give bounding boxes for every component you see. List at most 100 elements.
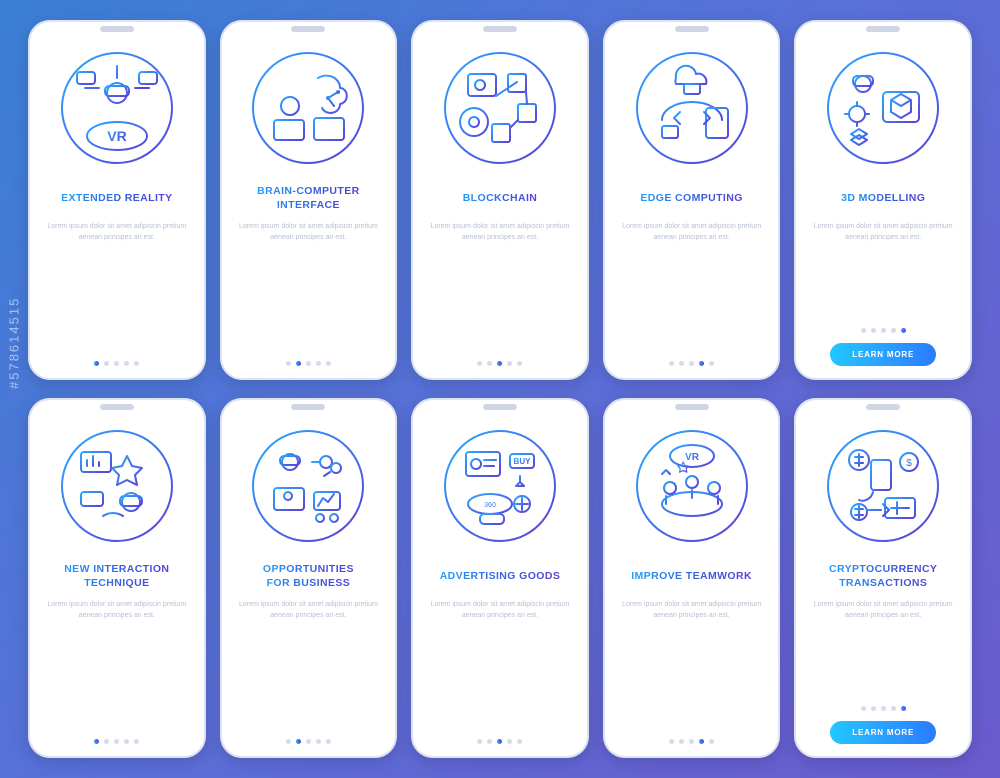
page-dot[interactable] — [497, 739, 502, 744]
phone-notch — [483, 26, 517, 32]
card-title: CRYPTOCURRENCY TRANSACTIONS — [825, 562, 941, 590]
page-dot[interactable] — [134, 361, 139, 366]
page-dot[interactable] — [487, 361, 492, 366]
page-dots — [286, 361, 331, 366]
learn-more-button[interactable]: LEARN MORE — [830, 721, 936, 744]
phone-notch — [483, 404, 517, 410]
page-dot[interactable] — [326, 361, 331, 366]
team-icon: VR — [632, 426, 752, 546]
card-body: Lorem ipsum dolor sit amet adipiscin pre… — [804, 222, 962, 320]
card-body: Lorem ipsum dolor sit amet adipiscin pre… — [613, 222, 771, 353]
page-dot[interactable] — [104, 739, 109, 744]
phone-notch — [866, 26, 900, 32]
onboarding-card: BLOCKCHAIN Lorem ipsum dolor sit amet adi… — [411, 20, 589, 380]
page-dot[interactable] — [689, 739, 694, 744]
page-dot[interactable] — [517, 739, 522, 744]
page-dot[interactable] — [104, 361, 109, 366]
card-body: Lorem ipsum dolor sit amet adipiscin pre… — [421, 222, 579, 353]
onboarding-card: BUY 360 ADVERTISING GOODSLorem ipsum dol… — [411, 398, 589, 758]
phone-grid: VR EXTENDED REALITYLorem ipsum dolor sit… — [28, 20, 972, 758]
page-dot[interactable] — [306, 739, 311, 744]
page-dots — [669, 361, 714, 366]
page-dot[interactable] — [316, 739, 321, 744]
page-dot[interactable] — [679, 361, 684, 366]
svg-text:VR: VR — [107, 128, 126, 144]
page-dot[interactable] — [901, 328, 906, 333]
page-dot[interactable] — [507, 361, 512, 366]
page-dot[interactable] — [326, 739, 331, 744]
card-title: 3D MODELLING — [837, 184, 929, 212]
card-body: Lorem ipsum dolor sit amet adipiscin pre… — [38, 600, 196, 731]
page-dot[interactable] — [689, 361, 694, 366]
business-icon — [248, 426, 368, 546]
page-dots — [94, 739, 139, 744]
page-dot[interactable] — [497, 361, 502, 366]
card-title: BLOCKCHAIN — [459, 184, 542, 212]
page-dot[interactable] — [881, 328, 886, 333]
page-dot[interactable] — [679, 739, 684, 744]
card-body: Lorem ipsum dolor sit amet adipiscin pre… — [421, 600, 579, 731]
page-dot[interactable] — [296, 739, 301, 744]
learn-more-button[interactable]: LEARN MORE — [830, 343, 936, 366]
page-dot[interactable] — [114, 361, 119, 366]
page-dot[interactable] — [891, 706, 896, 711]
page-dots — [477, 361, 522, 366]
page-dot[interactable] — [699, 361, 704, 366]
edge-icon — [632, 48, 752, 168]
page-dot[interactable] — [477, 739, 482, 744]
page-dot[interactable] — [306, 361, 311, 366]
page-dots — [477, 739, 522, 744]
onboarding-card: 3D MODELLING Lorem ipsum dolor sit amet a… — [794, 20, 972, 380]
page-dot[interactable] — [487, 739, 492, 744]
page-dot[interactable] — [477, 361, 482, 366]
interact-icon — [57, 426, 177, 546]
page-dot[interactable] — [296, 361, 301, 366]
card-title: OPPORTUNITIES FOR BUSINESS — [259, 562, 358, 590]
page-dot[interactable] — [669, 361, 674, 366]
page-dot[interactable] — [709, 361, 714, 366]
page-dot[interactable] — [891, 328, 896, 333]
page-dot[interactable] — [709, 739, 714, 744]
page-dot[interactable] — [881, 706, 886, 711]
page-dots — [669, 739, 714, 744]
svg-text:VR: VR — [685, 452, 700, 463]
page-dot[interactable] — [871, 328, 876, 333]
page-dots — [286, 739, 331, 744]
card-body: Lorem ipsum dolor sit amet adipiscin pre… — [230, 600, 388, 731]
card-title: BRAIN-COMPUTER INTERFACE — [253, 184, 363, 212]
page-dot[interactable] — [94, 739, 99, 744]
page-dot[interactable] — [114, 739, 119, 744]
stage: #578614515 VR EXTENDED REALITYLorem ipsu… — [0, 0, 1000, 778]
page-dots — [861, 328, 906, 333]
phone-notch — [100, 404, 134, 410]
blockchain-icon — [440, 48, 560, 168]
onboarding-card: VR EXTENDED REALITYLorem ipsum dolor sit… — [28, 20, 206, 380]
card-title: NEW INTERACTION TECHNIQUE — [60, 562, 173, 590]
page-dot[interactable] — [286, 739, 291, 744]
card-title: IMPROVE TEAMWORK — [627, 562, 756, 590]
crypto-icon: $ — [823, 426, 943, 546]
page-dot[interactable] — [517, 361, 522, 366]
page-dot[interactable] — [286, 361, 291, 366]
onboarding-card: EDGE COMPUTING Lorem ipsum dolor sit amet… — [603, 20, 781, 380]
page-dot[interactable] — [507, 739, 512, 744]
page-dot[interactable] — [94, 361, 99, 366]
page-dot[interactable] — [861, 328, 866, 333]
page-dot[interactable] — [134, 739, 139, 744]
brain-icon — [248, 48, 368, 168]
phone-notch — [675, 26, 709, 32]
card-title: EDGE COMPUTING — [636, 184, 746, 212]
svg-text:BUY: BUY — [514, 457, 532, 466]
card-body: Lorem ipsum dolor sit amet adipiscin pre… — [38, 222, 196, 353]
page-dot[interactable] — [124, 361, 129, 366]
page-dot[interactable] — [871, 706, 876, 711]
3d-icon — [823, 48, 943, 168]
page-dot[interactable] — [901, 706, 906, 711]
page-dot[interactable] — [316, 361, 321, 366]
card-title: ADVERTISING GOODS — [436, 562, 565, 590]
page-dot[interactable] — [699, 739, 704, 744]
page-dot[interactable] — [669, 739, 674, 744]
page-dot[interactable] — [124, 739, 129, 744]
watermark: #578614515 — [7, 297, 22, 389]
page-dot[interactable] — [861, 706, 866, 711]
